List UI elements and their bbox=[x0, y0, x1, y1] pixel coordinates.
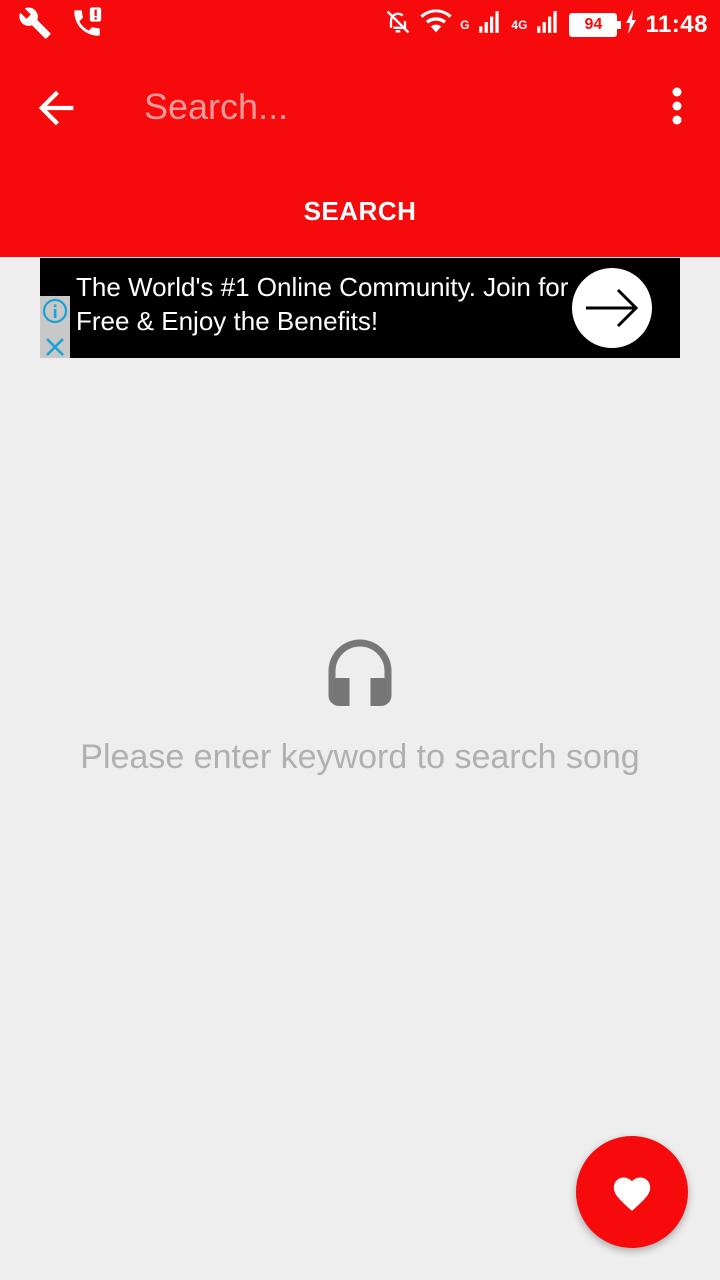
notifications-off-icon bbox=[384, 8, 412, 41]
info-icon[interactable] bbox=[40, 296, 70, 326]
charging-icon bbox=[625, 10, 637, 39]
heart-icon bbox=[613, 1177, 651, 1211]
close-icon[interactable] bbox=[40, 331, 70, 361]
wrench-icon bbox=[18, 6, 52, 45]
overflow-menu-button[interactable] bbox=[660, 84, 694, 128]
back-button[interactable] bbox=[30, 82, 82, 134]
signal-icon bbox=[535, 9, 561, 40]
network-type-1: G bbox=[460, 17, 470, 32]
clock: 11:48 bbox=[645, 10, 708, 38]
wifi-icon bbox=[420, 9, 452, 40]
arrow-forward-icon bbox=[586, 288, 639, 328]
ad-open-button[interactable] bbox=[572, 268, 652, 348]
tab-search[interactable]: SEARCH bbox=[0, 162, 720, 257]
arrow-back-icon bbox=[38, 90, 74, 126]
ad-banner[interactable]: The World's #1 Online Community. Join fo… bbox=[40, 258, 680, 358]
search-input[interactable] bbox=[144, 80, 624, 134]
search-toolbar bbox=[0, 50, 720, 162]
network-type-2: 4G bbox=[511, 17, 528, 32]
battery-indicator: 94 bbox=[569, 12, 622, 37]
more-vert-icon bbox=[672, 87, 682, 125]
headphones-icon bbox=[318, 636, 402, 720]
ad-text: The World's #1 Online Community. Join fo… bbox=[76, 272, 569, 336]
ad-controls bbox=[40, 296, 70, 358]
signal-icon bbox=[477, 9, 503, 40]
status-bar: G 4G 94 11:48 bbox=[0, 0, 720, 50]
favorites-button[interactable] bbox=[576, 1136, 688, 1248]
app-bar: G 4G 94 11:48 SEARCH bbox=[0, 0, 720, 257]
call-alert-icon bbox=[70, 6, 104, 45]
empty-state-message: Please enter keyword to search song bbox=[80, 738, 640, 776]
